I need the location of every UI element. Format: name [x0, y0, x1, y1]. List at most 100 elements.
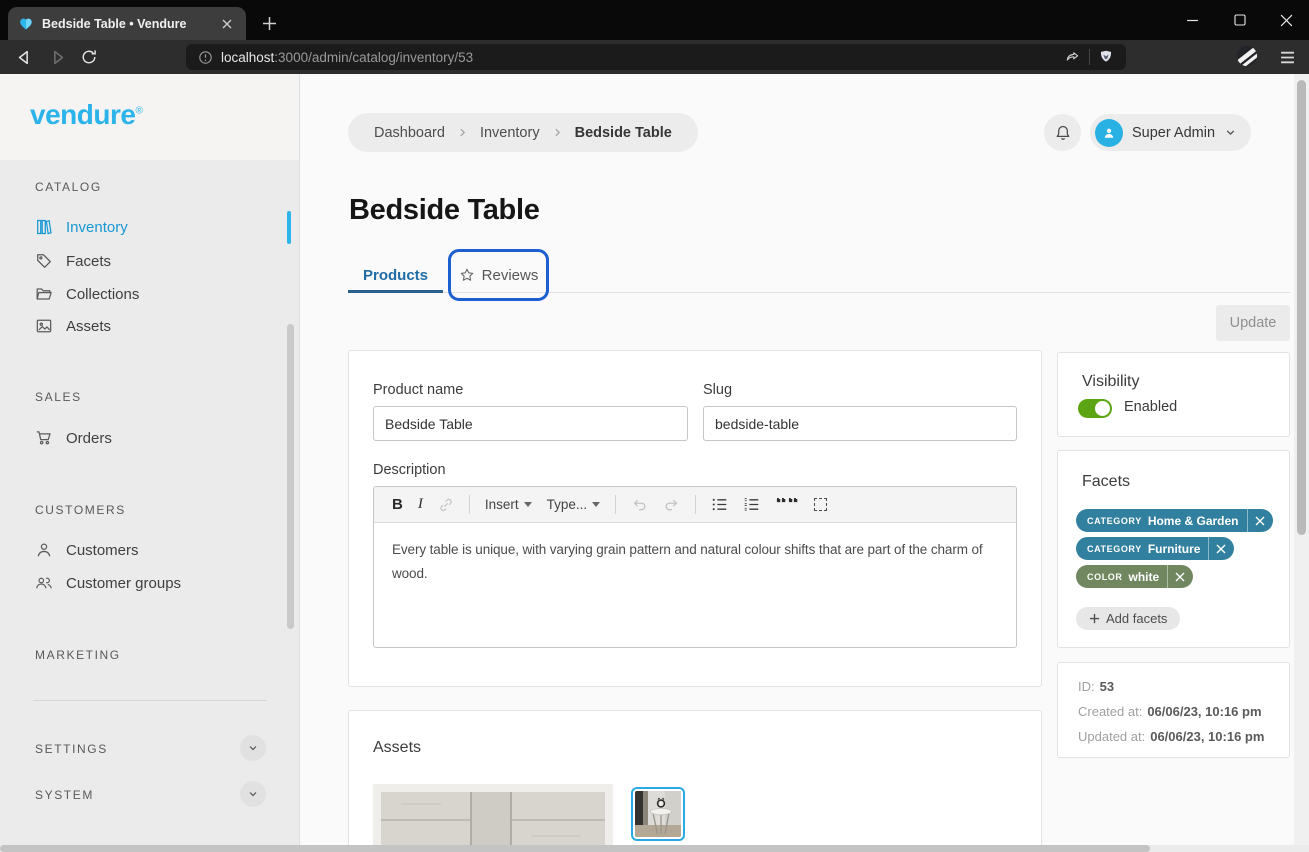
sidebar-item-label: Customers: [66, 542, 139, 559]
link-icon[interactable]: [438, 497, 454, 513]
browser-window: Bedside Table • Vendure localhost:300: [0, 0, 1309, 852]
breadcrumb-inventory[interactable]: Inventory: [480, 125, 540, 141]
bullet-list-icon[interactable]: [711, 496, 728, 513]
facets-title: Facets: [1082, 473, 1130, 491]
facet-chip-list: CATEGORY Home & Garden CATEGORY Furnitur…: [1076, 509, 1273, 588]
sidebar-item-facets[interactable]: Facets: [0, 246, 285, 276]
facets-card: Facets CATEGORY Home & Garden CATEGORY F…: [1057, 450, 1290, 648]
toolbar-divider: [469, 495, 470, 514]
window-minimize-button[interactable]: [1172, 6, 1212, 34]
vertical-scrollbar-thumb[interactable]: [1297, 80, 1306, 535]
chevron-down-icon[interactable]: [240, 781, 266, 807]
sidebar-item-inventory[interactable]: Inventory: [0, 212, 285, 242]
type-dropdown[interactable]: Type...: [547, 497, 601, 512]
description-label: Description: [373, 462, 446, 478]
vertical-scrollbar-track: [1294, 74, 1309, 852]
facet-chip: COLOR white: [1076, 565, 1193, 588]
insert-dropdown[interactable]: Insert: [485, 497, 532, 512]
sidebar-item-label: Inventory: [66, 219, 128, 236]
window-maximize-button[interactable]: [1220, 6, 1260, 34]
sidebar: vendure® CATALOG Inventory Facets Collec…: [0, 74, 300, 852]
url-host: localhost: [221, 50, 274, 65]
asset-thumbnail-selected[interactable]: [631, 787, 685, 841]
chevron-right-icon: [457, 127, 468, 138]
tab-products[interactable]: Products: [348, 258, 443, 292]
active-item-indicator: [287, 211, 291, 244]
html-block-icon[interactable]: [814, 498, 827, 511]
vendure-wordmark[interactable]: vendure®: [30, 99, 142, 131]
tab-reviews-highlighted[interactable]: Reviews: [448, 249, 549, 301]
visibility-toggle[interactable]: [1078, 399, 1112, 418]
caret-down-icon: [524, 502, 532, 507]
sidebar-item-assets[interactable]: Assets: [0, 311, 285, 341]
user-menu[interactable]: Super Admin: [1090, 114, 1251, 151]
active-tab-underline: [348, 290, 443, 293]
blockquote-icon[interactable]: ““: [775, 498, 799, 512]
featured-asset-image[interactable]: [373, 784, 613, 852]
remove-facet-button[interactable]: [1208, 537, 1234, 560]
visibility-card: Visibility Enabled: [1057, 352, 1290, 437]
visibility-state: Enabled: [1124, 399, 1177, 415]
sidebar-item-label: Facets: [66, 253, 111, 270]
image-icon: [35, 317, 53, 335]
sidebar-item-customers[interactable]: Customers: [0, 535, 285, 565]
url-bar[interactable]: localhost:3000/admin/catalog/inventory/5…: [186, 44, 1126, 70]
update-button[interactable]: Update: [1216, 305, 1290, 341]
chevron-down-icon[interactable]: [240, 735, 266, 761]
description-text[interactable]: Every table is unique, with varying grai…: [374, 523, 1016, 600]
cart-icon: [35, 429, 53, 447]
ordered-list-icon[interactable]: [743, 496, 760, 513]
sidebar-item-collections[interactable]: Collections: [0, 279, 285, 309]
facet-chip: CATEGORY Furniture: [1076, 537, 1234, 560]
tab-title: Bedside Table • Vendure: [42, 17, 210, 31]
add-facets-button[interactable]: Add facets: [1076, 607, 1180, 630]
sidebar-item-customer-groups[interactable]: Customer groups: [0, 568, 285, 598]
facet-chip: CATEGORY Home & Garden: [1076, 509, 1273, 532]
breadcrumb-dashboard[interactable]: Dashboard: [374, 125, 445, 141]
forward-button[interactable]: [46, 46, 68, 68]
share-icon[interactable]: [1064, 49, 1081, 66]
horizontal-scrollbar-track: [0, 845, 1309, 852]
profile-avatar[interactable]: [1236, 45, 1258, 67]
created-at-row: Created at: 06/06/23, 10:16 pm: [1078, 699, 1269, 724]
section-header-customers: CUSTOMERS: [35, 503, 126, 517]
italic-button[interactable]: I: [418, 496, 423, 513]
user-avatar-icon: [1095, 119, 1123, 147]
bold-button[interactable]: B: [392, 496, 403, 513]
url-text: localhost:3000/admin/catalog/inventory/5…: [221, 50, 1056, 65]
page-title: Bedside Table: [349, 194, 540, 227]
site-info-icon[interactable]: [198, 50, 213, 65]
redo-icon[interactable]: [663, 496, 680, 513]
sidebar-item-orders[interactable]: Orders: [0, 423, 285, 453]
browser-titlebar: Bedside Table • Vendure: [0, 0, 1309, 40]
entity-id-row: ID: 53: [1078, 674, 1269, 699]
editor-toolbar: B I Insert Type...: [374, 487, 1016, 523]
browser-tab[interactable]: Bedside Table • Vendure: [8, 7, 246, 40]
brave-shield-icon[interactable]: [1098, 49, 1114, 65]
toolbar-divider: [1089, 49, 1090, 65]
folder-icon: [35, 285, 53, 303]
visibility-title: Visibility: [1082, 373, 1140, 391]
browser-menu-icon[interactable]: [1276, 46, 1298, 68]
reload-button[interactable]: [78, 46, 100, 68]
section-header-sales: SALES: [35, 390, 82, 404]
sidebar-scrollbar[interactable]: [287, 324, 294, 629]
horizontal-scrollbar-thumb[interactable]: [0, 845, 1150, 852]
section-header-catalog: CATALOG: [35, 180, 102, 194]
window-close-button[interactable]: [1266, 6, 1306, 34]
tab-close-icon[interactable]: [218, 15, 236, 33]
new-tab-button[interactable]: [258, 12, 280, 34]
users-icon: [35, 574, 53, 592]
notifications-button[interactable]: [1044, 114, 1081, 151]
remove-facet-button[interactable]: [1167, 565, 1193, 588]
slug-label: Slug: [703, 382, 732, 398]
back-button[interactable]: [13, 46, 35, 68]
product-name-input[interactable]: [373, 406, 688, 441]
undo-icon[interactable]: [631, 496, 648, 513]
slug-input[interactable]: [703, 406, 1017, 441]
breadcrumb: Dashboard Inventory Bedside Table: [348, 113, 698, 152]
sidebar-item-label: Orders: [66, 430, 112, 447]
sidebar-item-label: Collections: [66, 286, 139, 303]
logo-area: vendure®: [0, 74, 299, 160]
remove-facet-button[interactable]: [1247, 509, 1273, 532]
